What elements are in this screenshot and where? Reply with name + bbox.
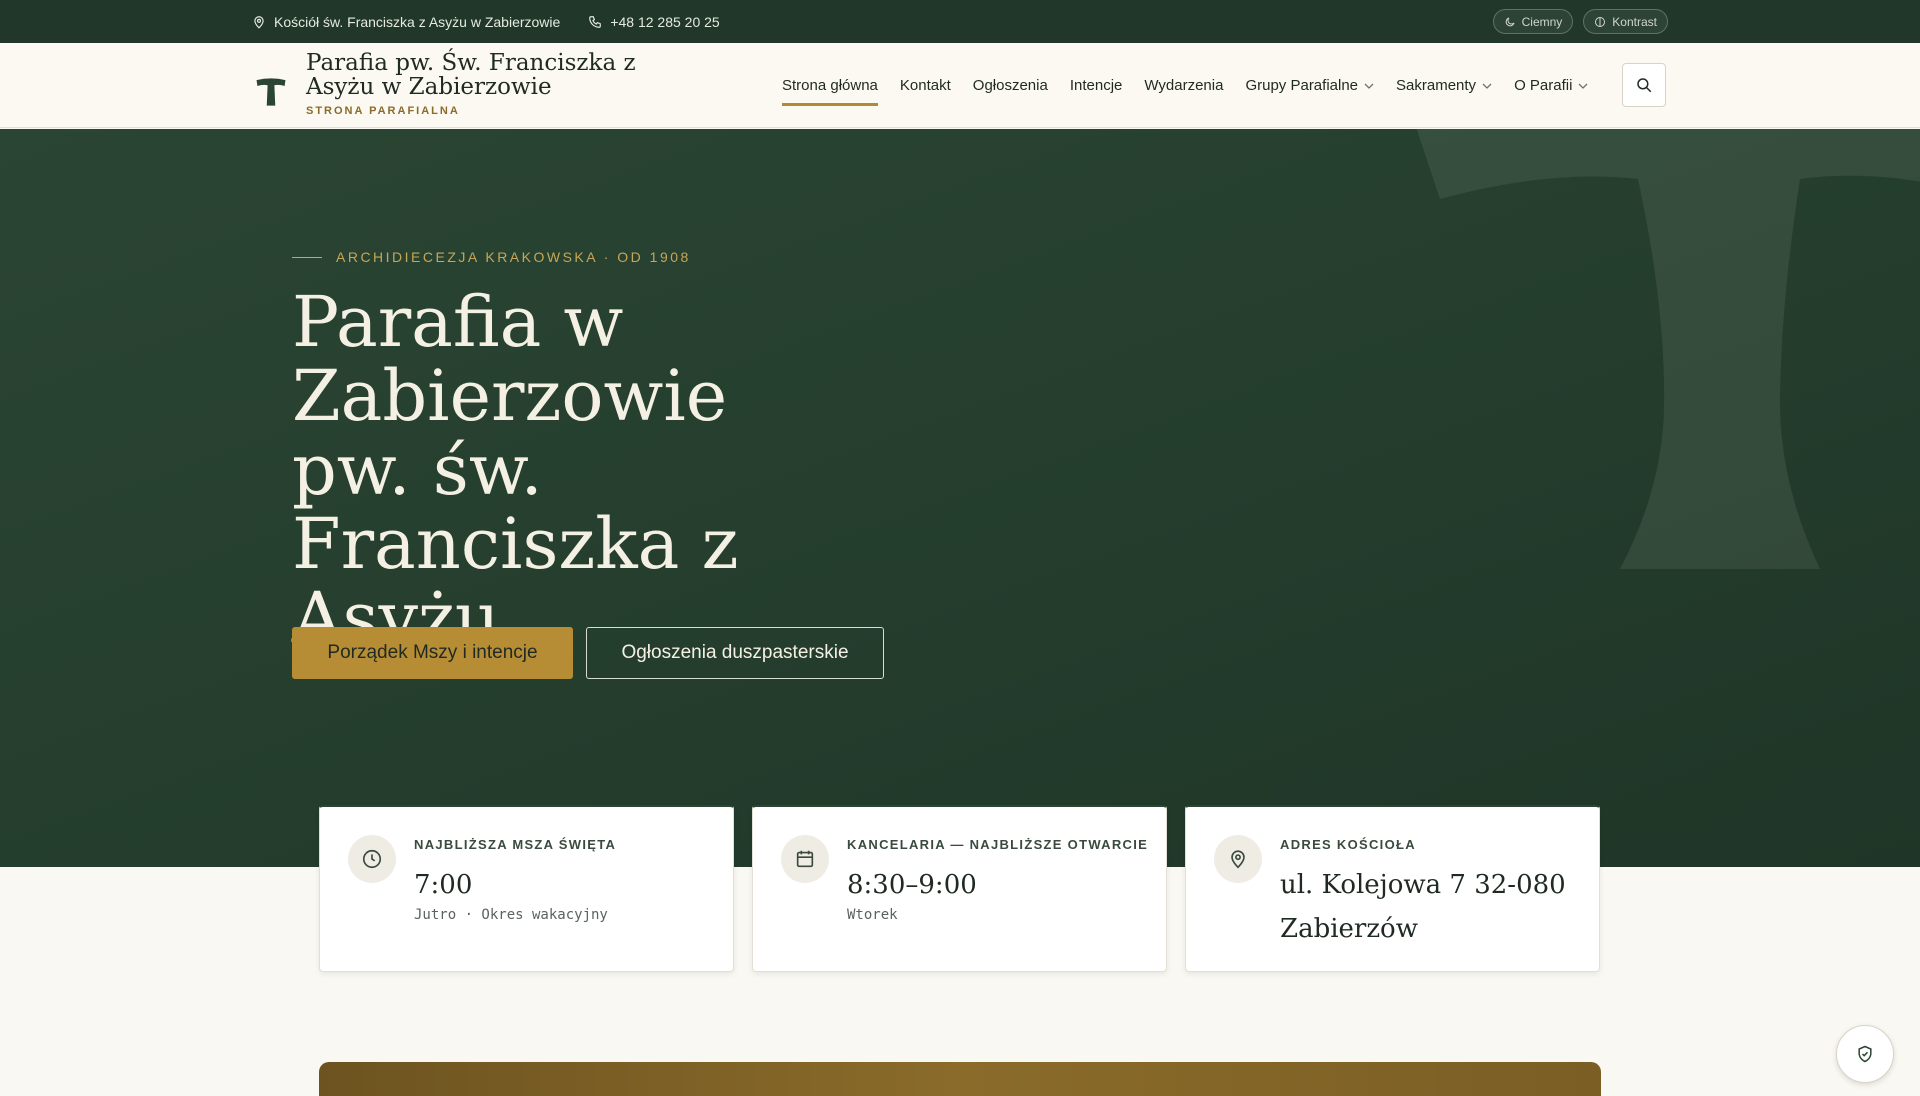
search-icon: [1637, 78, 1652, 93]
contrast-label: Kontrast: [1612, 14, 1657, 29]
hero-title: Parafia w Zabierzowie pw. św. Franciszka…: [292, 281, 739, 659]
site-title: Parafia pw. Św. Franciszka z Asyżu w Zab…: [306, 50, 636, 100]
main-nav: Strona główna Kontakt Ogłoszenia Intencj…: [782, 43, 1610, 128]
address-text: Kościół św. Franciszka z Asyżu w Zabierz…: [274, 13, 561, 30]
nav-label: Sakramenty: [1396, 77, 1477, 94]
site-header: Parafia pw. Św. Franciszka z Asyżu w Zab…: [0, 43, 1920, 128]
nav-label: Ogłoszenia: [972, 77, 1048, 94]
nav-item-sacraments[interactable]: Sakramenty: [1396, 66, 1492, 106]
tau-watermark: [1416, 129, 1920, 569]
chevron-down-icon: [1578, 83, 1588, 89]
nav-item-contact[interactable]: Kontakt: [900, 66, 951, 106]
top-utility-bar: Kościół św. Franciszka z Asyżu w Zabierz…: [0, 0, 1920, 43]
card-note: Jutro · Okres wakacyjny: [414, 907, 608, 923]
card-label: KANCELARIA — NAJBLIŻSZE OTWARCIE: [847, 837, 1149, 852]
moon-icon: [1505, 17, 1515, 26]
card-value: 7:00: [414, 870, 473, 900]
nav-label: Kontakt: [899, 77, 951, 94]
card-icon-wrap: [781, 835, 829, 883]
nav-label: O Parafii: [1514, 77, 1573, 94]
nav-item-events[interactable]: Wydarzenia: [1144, 66, 1223, 106]
nav-item-about[interactable]: O Parafii: [1514, 66, 1588, 106]
featured-banner-edge: [319, 1062, 1601, 1096]
privacy-shield-button[interactable]: [1836, 1025, 1894, 1083]
phone-link[interactable]: +48 12 285 20 25: [588, 13, 720, 30]
search-button[interactable]: [1622, 63, 1666, 107]
dark-mode-toggle[interactable]: Ciemny: [1492, 9, 1574, 34]
card-label: NAJBLIŻSZA MSZA ŚWIĘTA: [414, 837, 617, 852]
nav-item-groups[interactable]: Grupy Parafialne: [1245, 66, 1374, 106]
hero-eyebrow: ARCHIDIECEZJA KRAKOWSKA · OD 1908: [292, 249, 691, 265]
eyebrow-rule: [292, 256, 322, 258]
card-value: 8:30–9:00: [847, 870, 977, 900]
map-pin-icon: [1231, 850, 1245, 869]
church-address: Kościół św. Franciszka z Asyżu w Zabierz…: [252, 14, 560, 30]
nav-item-intentions[interactable]: Intencje: [1070, 66, 1123, 106]
dark-mode-label: Ciemny: [1521, 14, 1563, 29]
announcements-button[interactable]: Ogłoszenia duszpasterskie: [586, 627, 884, 679]
nav-label: Wydarzenia: [1144, 77, 1224, 94]
site-brand[interactable]: Parafia pw. Św. Franciszka z Asyżu w Zab…: [254, 51, 706, 117]
card-note: Wtorek: [847, 907, 898, 923]
tau-cross-logo: [256, 78, 286, 106]
chevron-down-icon: [1364, 83, 1374, 89]
calendar-icon: [796, 850, 814, 868]
card-icon-wrap: [1214, 835, 1262, 883]
site-subtitle: STRONA PARAFIALNA: [306, 105, 460, 117]
church-address-card[interactable]: ADRES KOŚCIOŁA ul. Kolejowa 7 32-080 Zab…: [1185, 805, 1600, 972]
chevron-down-icon: [1482, 83, 1492, 89]
card-icon-wrap: [348, 835, 396, 883]
map-pin-icon: [254, 15, 264, 29]
phone-icon: [589, 15, 602, 28]
nav-label: Grupy Parafialne: [1245, 77, 1359, 94]
nav-label: Strona główna: [782, 77, 878, 94]
clock-icon: [362, 849, 382, 869]
nav-item-home[interactable]: Strona główna: [782, 66, 878, 106]
contrast-icon: [1595, 16, 1606, 27]
phone-text: +48 12 285 20 25: [610, 13, 720, 30]
eyebrow-text: ARCHIDIECEZJA KRAKOWSKA · OD 1908: [336, 249, 691, 265]
nav-item-announcements[interactable]: Ogłoszenia: [973, 66, 1048, 106]
shield-check-icon: [1858, 1045, 1872, 1063]
card-value: ul. Kolejowa 7 32-080 Zabierzów: [1280, 870, 1566, 944]
mass-schedule-button[interactable]: Porządek Mszy i intencje: [292, 627, 573, 679]
hero-section: ARCHIDIECEZJA KRAKOWSKA · OD 1908 Parafi…: [0, 129, 1920, 867]
office-hours-card[interactable]: KANCELARIA — NAJBLIŻSZE OTWARCIE 8:30–9:…: [752, 805, 1167, 972]
info-cards: NAJBLIŻSZA MSZA ŚWIĘTA 7:00 Jutro · Okre…: [319, 805, 1600, 972]
next-mass-card[interactable]: NAJBLIŻSZA MSZA ŚWIĘTA 7:00 Jutro · Okre…: [319, 805, 734, 972]
card-label: ADRES KOŚCIOŁA: [1280, 837, 1416, 852]
nav-label: Intencje: [1069, 77, 1123, 94]
contrast-toggle[interactable]: Kontrast: [1583, 9, 1668, 34]
